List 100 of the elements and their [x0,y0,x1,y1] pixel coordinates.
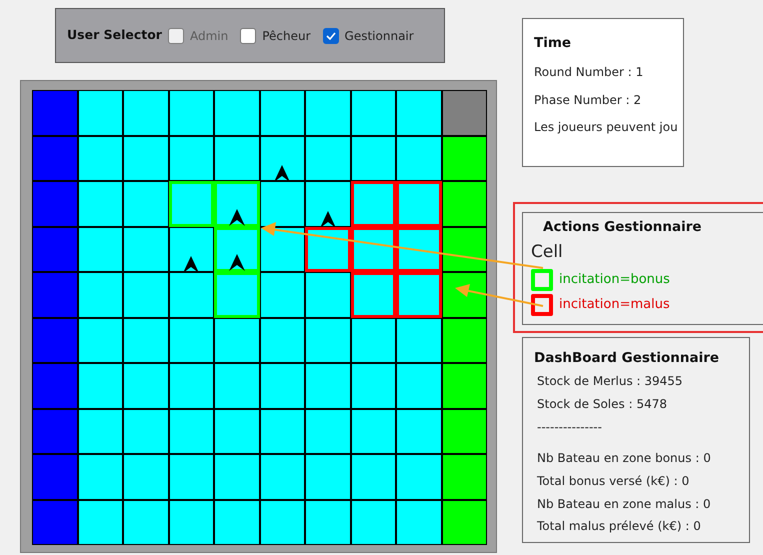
map-cell[interactable] [214,454,260,500]
map-cell[interactable] [305,181,350,226]
map-cell[interactable] [442,136,487,181]
map-cell[interactable] [168,408,214,454]
map-cell[interactable] [396,136,442,181]
map-cell[interactable] [123,90,168,136]
map-cell[interactable] [305,272,350,318]
map-cell[interactable] [350,181,396,226]
map-cell[interactable] [305,363,350,408]
map-cell[interactable] [123,272,168,318]
map-cell[interactable] [32,136,78,181]
map-cell[interactable] [123,500,168,545]
map-cell[interactable] [442,318,487,363]
map-cell[interactable] [78,363,123,408]
map-cell[interactable] [350,454,396,500]
map-cell[interactable] [350,272,396,318]
checkbox-label[interactable]: Gestionnair [344,26,414,44]
map-cell[interactable] [32,272,78,318]
map-cell[interactable] [168,272,214,318]
map-cell[interactable] [305,500,350,545]
map-cell[interactable] [396,226,442,272]
map-cell[interactable] [78,500,123,545]
map-cell[interactable] [168,90,214,136]
map-cell[interactable] [32,181,78,226]
map-cell[interactable] [396,454,442,500]
boat-icon[interactable] [228,254,245,271]
boat-icon[interactable] [228,208,245,226]
map-cell[interactable] [78,136,123,181]
map-cell[interactable] [260,454,305,500]
map-cell[interactable] [32,90,78,136]
boat-icon[interactable] [183,256,200,273]
map-cell[interactable] [78,408,123,454]
map-cell[interactable] [123,408,168,454]
map-cell[interactable] [350,500,396,545]
map-cell[interactable] [350,90,396,136]
map-cell[interactable] [123,318,168,363]
checkbox[interactable] [322,28,339,44]
map-cell[interactable] [260,272,305,318]
map-cell[interactable] [350,226,396,272]
map-cell[interactable] [214,318,260,363]
map-cell[interactable] [260,318,305,363]
map-cell[interactable] [78,181,123,226]
map-cell[interactable] [442,363,487,408]
map-cell[interactable] [168,226,214,272]
map-cell[interactable] [78,90,123,136]
map-cell[interactable] [396,408,442,454]
map-cell[interactable] [442,408,487,454]
map-cell[interactable] [32,454,78,500]
map-cell[interactable] [442,272,487,318]
checkbox-label[interactable]: Pêcheur [262,26,311,44]
map-cell[interactable] [78,454,123,500]
map-cell[interactable] [305,454,350,500]
map-cell[interactable] [396,181,442,226]
map-cell[interactable] [396,363,442,408]
map-cell[interactable] [305,136,350,181]
map-cell[interactable] [214,363,260,408]
map-cell[interactable] [32,226,78,272]
map-cell[interactable] [260,90,305,136]
map-cell[interactable] [260,181,305,226]
map-cell[interactable] [123,226,168,272]
map-cell[interactable] [123,363,168,408]
map-cell[interactable] [305,318,350,363]
map-cell[interactable] [168,454,214,500]
map-cell[interactable] [305,90,350,136]
map-cell[interactable] [123,454,168,500]
checkbox[interactable] [240,28,256,44]
map-cell[interactable] [442,90,487,136]
map-cell[interactable] [32,363,78,408]
map-cell[interactable] [442,226,487,272]
map-cell[interactable] [168,500,214,545]
map-cell[interactable] [260,363,305,408]
map-cell[interactable] [78,226,123,272]
map-cell[interactable] [396,272,442,318]
map-cell[interactable] [350,408,396,454]
map-cell[interactable] [168,318,214,363]
boat-icon[interactable] [274,165,290,182]
map-cell[interactable] [396,90,442,136]
boat-icon[interactable] [320,210,336,228]
map-cell[interactable] [214,408,260,454]
map-cell[interactable] [260,500,305,545]
map-cell[interactable] [32,500,78,545]
map-cell[interactable] [214,90,260,136]
map-cell[interactable] [350,363,396,408]
map-cell[interactable] [260,136,305,181]
map-cell[interactable] [78,272,123,318]
map-cell[interactable] [305,226,350,272]
map-cell[interactable] [123,181,168,226]
map-cell[interactable] [442,181,487,226]
map-cell[interactable] [305,408,350,454]
map-cell[interactable] [396,500,442,545]
map-cell[interactable] [396,318,442,363]
map-cell[interactable] [168,136,214,181]
map-cell[interactable] [214,136,260,181]
map-cell[interactable] [350,318,396,363]
map-cell[interactable] [78,318,123,363]
map-cell[interactable] [214,500,260,545]
map-cell[interactable] [32,408,78,454]
map-cell[interactable] [350,136,396,181]
map-cell[interactable] [32,318,78,363]
map-cell[interactable] [442,454,487,500]
